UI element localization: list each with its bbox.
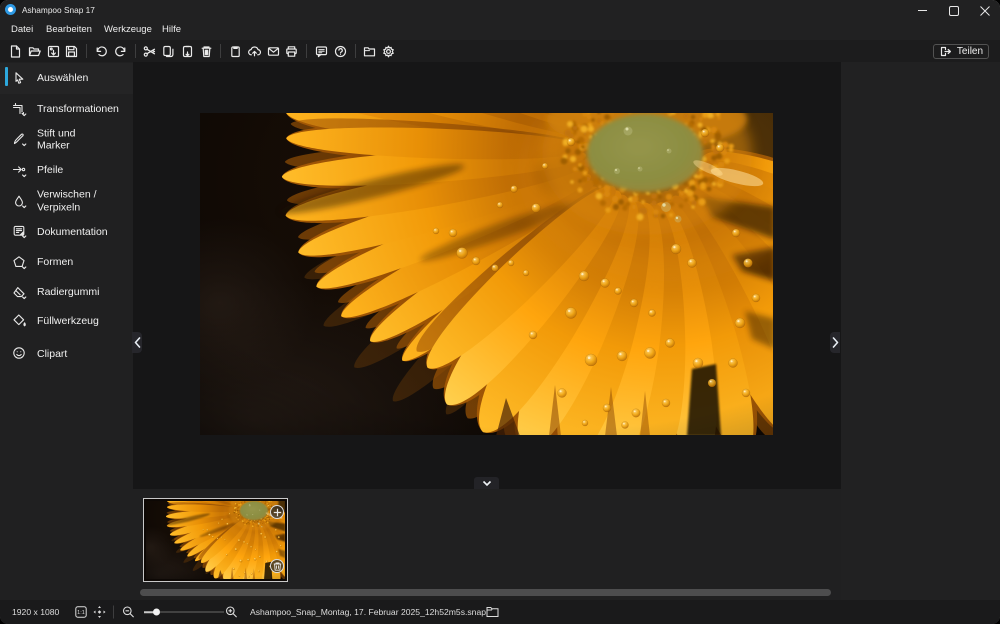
svg-text:1:1: 1:1 <box>77 610 85 616</box>
